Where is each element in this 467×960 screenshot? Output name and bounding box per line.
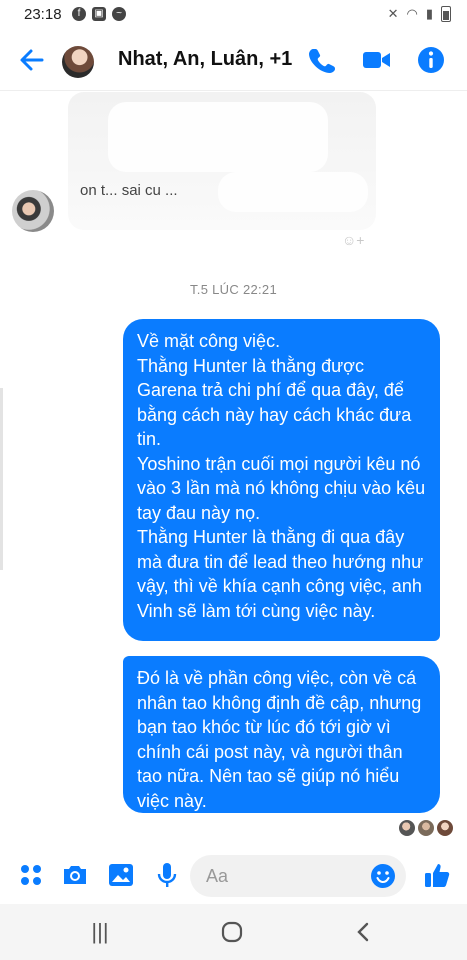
- read-receipt-avatar: [437, 820, 453, 836]
- video-icon[interactable]: [360, 44, 392, 76]
- status-bar: 23:18 f ▣ ~ ✕ ◠ ▮: [0, 0, 467, 30]
- mute-icon: ✕: [387, 6, 399, 21]
- message-input-container: [190, 855, 406, 897]
- apps-icon[interactable]: [16, 860, 46, 890]
- home-icon[interactable]: [218, 918, 246, 946]
- conversation-title[interactable]: Nhat, An, Luân, +1: [118, 48, 292, 71]
- phone-icon[interactable]: [306, 44, 338, 76]
- read-receipts: [399, 820, 453, 836]
- message-composer: [0, 848, 467, 904]
- gallery-icon[interactable]: [106, 860, 136, 890]
- read-receipt-avatar: [399, 820, 415, 836]
- group-avatar[interactable]: [62, 46, 94, 78]
- back-icon[interactable]: [350, 918, 378, 946]
- notification-icons: f ▣ ~: [72, 7, 126, 21]
- wifi-icon: ◠: [406, 6, 418, 21]
- status-time: 23:18: [24, 6, 62, 23]
- redacted-message: on t... sai cu ...: [68, 92, 376, 230]
- signal-icon: ▮: [425, 6, 433, 21]
- message-input[interactable]: [204, 865, 358, 888]
- outgoing-message[interactable]: Đó là về phần công việc, còn về cá nhân …: [123, 656, 440, 813]
- battery-icon: [441, 6, 451, 22]
- redaction-blur: [218, 172, 368, 212]
- gallery-notif-icon: ▣: [92, 7, 106, 21]
- add-reaction-icon[interactable]: ☺+: [342, 232, 364, 248]
- redacted-text-fragment: on t... sai cu ...: [80, 182, 178, 199]
- outgoing-message[interactable]: Về mặt công việc. Thằng Hunter là thằng …: [123, 319, 440, 641]
- info-icon[interactable]: [415, 44, 447, 76]
- back-arrow-icon[interactable]: [16, 44, 48, 76]
- conversation-header: Nhat, An, Luân, +1: [0, 30, 467, 91]
- sender-avatar[interactable]: [12, 190, 54, 232]
- redaction-blur: [108, 102, 328, 172]
- microphone-icon[interactable]: [152, 860, 182, 890]
- system-icons: ✕ ◠ ▮: [388, 6, 451, 22]
- edge-panel-handle[interactable]: [0, 388, 3, 570]
- thumbs-up-icon[interactable]: [422, 860, 452, 890]
- messenger-icon: ~: [112, 7, 126, 21]
- emoji-icon[interactable]: [370, 863, 396, 889]
- read-receipt-avatar: [418, 820, 434, 836]
- message-timestamp: T.5 LÚC 22:21: [189, 282, 277, 297]
- camera-icon[interactable]: [60, 860, 90, 890]
- facebook-icon: f: [72, 7, 86, 21]
- recent-apps-icon[interactable]: |||: [86, 918, 114, 946]
- system-navigation-bar: |||: [0, 904, 467, 960]
